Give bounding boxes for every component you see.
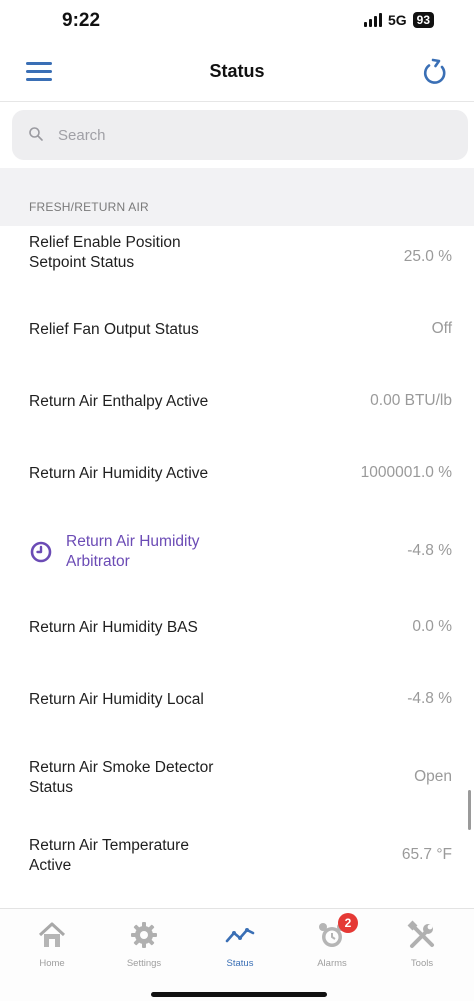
list-item[interactable]: Return Air Humidity Local -4.8 %	[0, 666, 474, 738]
row-label: Return Air Enthalpy Active	[29, 393, 209, 410]
row-value: Open	[414, 768, 452, 785]
row-value: 0.00 BTU/lb	[370, 392, 452, 409]
row-label: Relief Enable Position Setpoint Status	[29, 234, 181, 271]
tab-home[interactable]: Home	[12, 909, 92, 979]
search-bar	[0, 102, 474, 166]
row-label: Return Air Humidity BAS	[29, 619, 198, 636]
list-item[interactable]: Relief Fan Output Status Off	[0, 298, 474, 370]
list-item[interactable]: Return Air Humidity BAS 0.0 %	[0, 594, 474, 666]
row-value: 25.0 %	[403, 248, 452, 265]
row-label: Return Air Temperature Active	[29, 837, 189, 874]
row-value: 0.0 %	[412, 618, 452, 635]
row-value: Off	[431, 320, 452, 337]
tab-label: Alarms	[317, 958, 347, 969]
row-label: Return Air Smoke Detector Status	[29, 759, 214, 796]
clock-icon	[30, 541, 52, 563]
tools-icon	[407, 920, 434, 948]
row-value: -4.8 %	[407, 690, 452, 707]
row-value: 1000001.0 %	[360, 464, 452, 481]
bottom-tab-bar: Home Settings Status 2 Alarms Tools	[0, 908, 474, 1001]
list-item[interactable]: Return Air Humidity Active 1000001.0 %	[0, 442, 474, 514]
gear-icon	[131, 922, 157, 948]
row-label: Return Air Humidity Active	[29, 465, 209, 482]
tab-label: Tools	[410, 958, 434, 969]
signal-icon	[363, 13, 382, 27]
tab-label: Status	[226, 958, 254, 969]
search-icon	[29, 127, 43, 141]
home-indicator[interactable]	[151, 992, 327, 997]
row-value: -4.8 %	[407, 542, 452, 559]
page-title: Status	[209, 61, 265, 81]
status-time: 9:22	[62, 10, 101, 31]
search-input[interactable]	[58, 120, 448, 150]
row-label: Return Air Humidity Arbitrator	[66, 533, 200, 570]
row-label: Relief Fan Output Status	[29, 321, 199, 338]
nav-header: Status	[0, 44, 474, 102]
tab-status[interactable]: Status	[200, 909, 280, 979]
list-item[interactable]: Relief Enable Position Setpoint Status 2…	[0, 226, 474, 298]
section-header: FRESH/RETURN AIR	[0, 168, 474, 226]
tab-tools[interactable]: Tools	[382, 909, 462, 979]
list-item[interactable]: Return Air Smoke Detector Status Open	[0, 738, 474, 824]
trend-line-icon	[225, 928, 255, 943]
tab-settings[interactable]: Settings	[104, 909, 184, 979]
row-value: 65.7 °F	[401, 846, 452, 863]
tab-label: Home	[39, 958, 65, 969]
search-box[interactable]	[12, 110, 468, 160]
tab-alarms[interactable]: 2 Alarms	[292, 909, 372, 979]
alarm-count-badge: 2	[338, 913, 358, 933]
list-item[interactable]: Return Air Temperature Active 65.7 °F	[0, 824, 474, 908]
list-item-highlighted[interactable]: Return Air Humidity Arbitrator -4.8 %	[0, 514, 474, 594]
home-icon	[38, 922, 66, 947]
scrollbar[interactable]	[468, 790, 471, 830]
row-label: Return Air Humidity Local	[29, 691, 204, 708]
network-type: 5G	[387, 12, 407, 28]
section-label: FRESH/RETURN AIR	[29, 200, 149, 214]
device-status-bar: 9:22 5G 93	[0, 0, 474, 44]
status-indicators: 5G 93	[363, 12, 434, 28]
refresh-icon[interactable]	[420, 56, 450, 88]
list-item[interactable]: Return Air Enthalpy Active 0.00 BTU/lb	[0, 370, 474, 442]
battery-icon: 93	[412, 12, 434, 28]
tab-label: Settings	[126, 958, 162, 969]
